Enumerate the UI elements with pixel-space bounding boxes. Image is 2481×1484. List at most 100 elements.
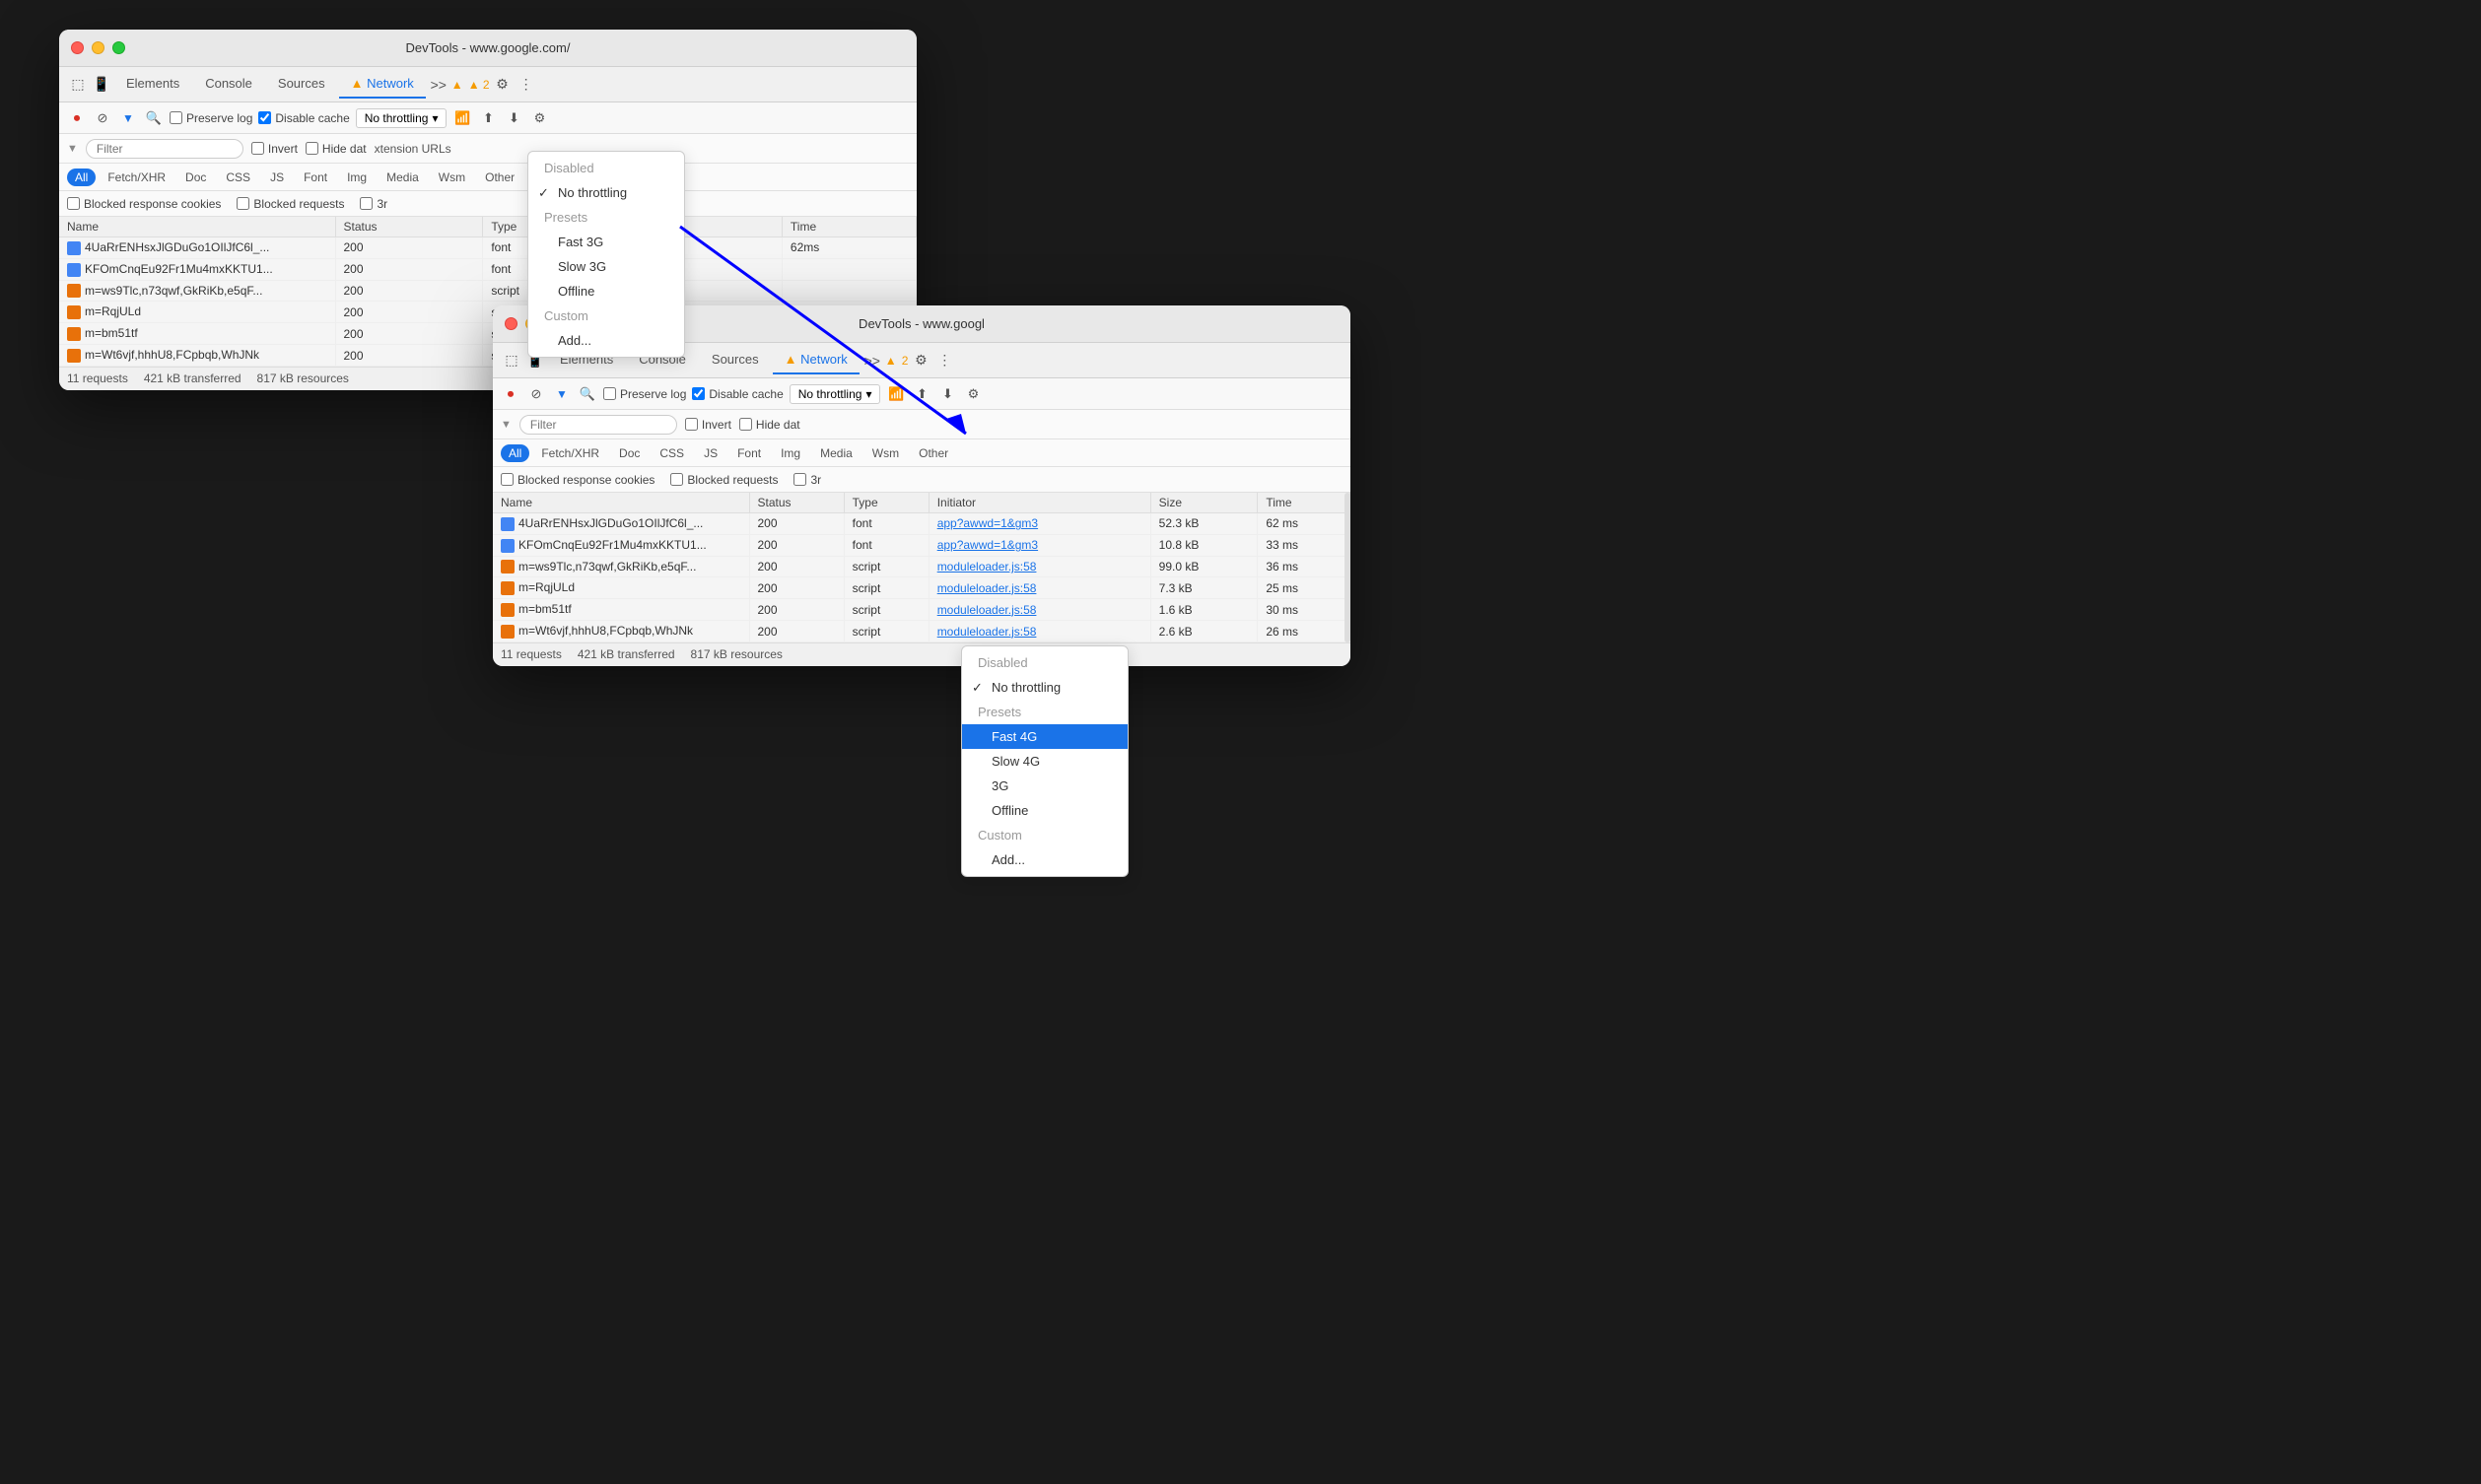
preserve-log-label-1[interactable]: Preserve log [170,111,252,125]
clear-button-2[interactable]: ⊘ [526,384,546,404]
preserve-log-label-2[interactable]: Preserve log [603,387,686,401]
more-tabs-1[interactable]: >> [428,74,449,96]
type-img-1[interactable]: Img [339,169,375,186]
third-party-checkbox-2[interactable] [793,473,806,486]
throttle-dropdown-1[interactable]: Disabled No throttling Presets Fast 3G S… [527,151,685,358]
minimize-button-1[interactable] [92,41,104,54]
third-party-checkbox-1[interactable] [360,197,373,210]
blocked-requests-checkbox-2[interactable] [670,473,683,486]
network-settings-2[interactable]: ⚙ [963,384,983,404]
offline-option-1[interactable]: Offline [528,279,684,304]
type-css-1[interactable]: CSS [218,169,258,186]
table-row[interactable]: m=ws9Tlc,n73qwf,GkRiKb,e5qF... 200 scrip… [59,280,917,302]
type-fetchxhr-1[interactable]: Fetch/XHR [100,169,173,186]
settings-icon-2[interactable]: ⚙ [910,350,931,371]
cursor-icon-1[interactable]: ⬚ [67,74,89,96]
type-wsm-2[interactable]: Wsm [864,444,907,462]
type-css-2[interactable]: CSS [652,444,692,462]
slow4g-option-2[interactable]: Slow 4G [962,749,1128,774]
throttle-button-1[interactable]: No throttling ▾ [356,108,448,128]
download-icon-1[interactable]: ⬇ [504,108,523,128]
offline-option-2[interactable]: Offline [962,798,1128,823]
tab-network-2[interactable]: ▲ Network [773,346,860,374]
type-other-2[interactable]: Other [911,444,956,462]
upload-icon-1[interactable]: ⬆ [478,108,498,128]
type-doc-1[interactable]: Doc [177,169,214,186]
slow3g-option-1[interactable]: Slow 3G [528,254,684,279]
disable-cache-checkbox-2[interactable] [692,387,705,400]
type-font-2[interactable]: Font [729,444,769,462]
hide-data-label-2[interactable]: Hide dat [739,418,800,432]
col-status-2[interactable]: Status [749,493,844,513]
disable-cache-label-1[interactable]: Disable cache [258,111,349,125]
disable-cache-checkbox-1[interactable] [258,111,271,124]
download-icon-2[interactable]: ⬇ [937,384,957,404]
tab-elements-1[interactable]: Elements [114,70,191,99]
tab-sources-2[interactable]: Sources [700,346,771,374]
cursor-icon-2[interactable]: ⬚ [501,350,522,371]
filter-toggle-1[interactable]: ▼ [118,108,138,128]
col-status-1[interactable]: Status [335,217,483,237]
fast4g-option-2[interactable]: Fast 4G [962,724,1128,749]
table-row[interactable]: 4UaRrENHsxJlGDuGo1OIlJfC6l_... 200 font … [493,513,1350,535]
col-time-1[interactable]: Time [782,217,916,237]
type-font-1[interactable]: Font [296,169,335,186]
type-media-2[interactable]: Media [812,444,861,462]
type-fetchxhr-2[interactable]: Fetch/XHR [533,444,607,462]
type-js-1[interactable]: JS [262,169,292,186]
type-other-1[interactable]: Other [477,169,522,186]
type-media-1[interactable]: Media [379,169,427,186]
filter-toggle-2[interactable]: ▼ [552,384,572,404]
table-row[interactable]: m=RqjULd 200 script moduleloader.js:58 7… [493,577,1350,599]
type-wsm-1[interactable]: Wsm [431,169,473,186]
hide-data-label-1[interactable]: Hide dat [306,142,367,156]
col-type-2[interactable]: Type [844,493,929,513]
maximize-button-1[interactable] [112,41,125,54]
preserve-log-checkbox-2[interactable] [603,387,616,400]
3g-option-2[interactable]: 3G [962,774,1128,798]
tab-console-1[interactable]: Console [193,70,264,99]
throttle-dropdown-2[interactable]: Disabled No throttling Presets Fast 4G S… [961,645,1129,877]
type-all-2[interactable]: All [501,444,529,462]
blocked-cookies-checkbox-1[interactable] [67,197,80,210]
invert-checkbox-1[interactable] [251,142,264,155]
preserve-log-checkbox-1[interactable] [170,111,182,124]
col-size-2[interactable]: Size [1150,493,1258,513]
no-throttling-option-1[interactable]: No throttling [528,180,684,205]
wifi-icon-2[interactable]: 📶 [886,384,906,404]
col-time-2[interactable]: Time [1258,493,1350,513]
type-img-2[interactable]: Img [773,444,808,462]
network-settings-1[interactable]: ⚙ [529,108,549,128]
add-option-1[interactable]: Add... [528,328,684,353]
col-name-1[interactable]: Name [59,217,335,237]
tab-sources-1[interactable]: Sources [266,70,337,99]
blocked-requests-checkbox-1[interactable] [237,197,249,210]
hide-data-checkbox-2[interactable] [739,418,752,431]
settings-icon-1[interactable]: ⚙ [492,74,514,96]
no-throttling-option-2[interactable]: No throttling [962,675,1128,700]
more-icon-1[interactable]: ⋮ [516,74,537,96]
invert-checkbox-2[interactable] [685,418,698,431]
more-tabs-2[interactable]: >> [861,350,883,371]
invert-label-1[interactable]: Invert [251,142,298,156]
search-button-1[interactable]: 🔍 [144,108,164,128]
invert-label-2[interactable]: Invert [685,418,731,432]
tab-network-1[interactable]: ▲ Network [339,70,426,99]
table-row[interactable]: 4UaRrENHsxJlGDuGo1OIlJfC6l_... 200 font … [59,237,917,259]
device-icon-1[interactable]: 📱 [91,74,112,96]
close-button-1[interactable] [71,41,84,54]
disable-cache-label-2[interactable]: Disable cache [692,387,783,401]
table-row[interactable]: KFOmCnqEu92Fr1Mu4mxKKTU1... 200 font app… [493,534,1350,556]
record-button-1[interactable]: ⏺ [67,108,87,128]
add-option-2[interactable]: Add... [962,847,1128,872]
throttle-button-2[interactable]: No throttling ▾ [790,384,881,404]
type-js-2[interactable]: JS [696,444,725,462]
clear-button-1[interactable]: ⊘ [93,108,112,128]
more-icon-2[interactable]: ⋮ [933,350,955,371]
search-button-2[interactable]: 🔍 [578,384,597,404]
table-row[interactable]: KFOmCnqEu92Fr1Mu4mxKKTU1... 200 font [59,258,917,280]
fast3g-option-1[interactable]: Fast 3G [528,230,684,254]
record-button-2[interactable]: ⏺ [501,384,520,404]
col-name-2[interactable]: Name [493,493,749,513]
hide-data-checkbox-1[interactable] [306,142,318,155]
